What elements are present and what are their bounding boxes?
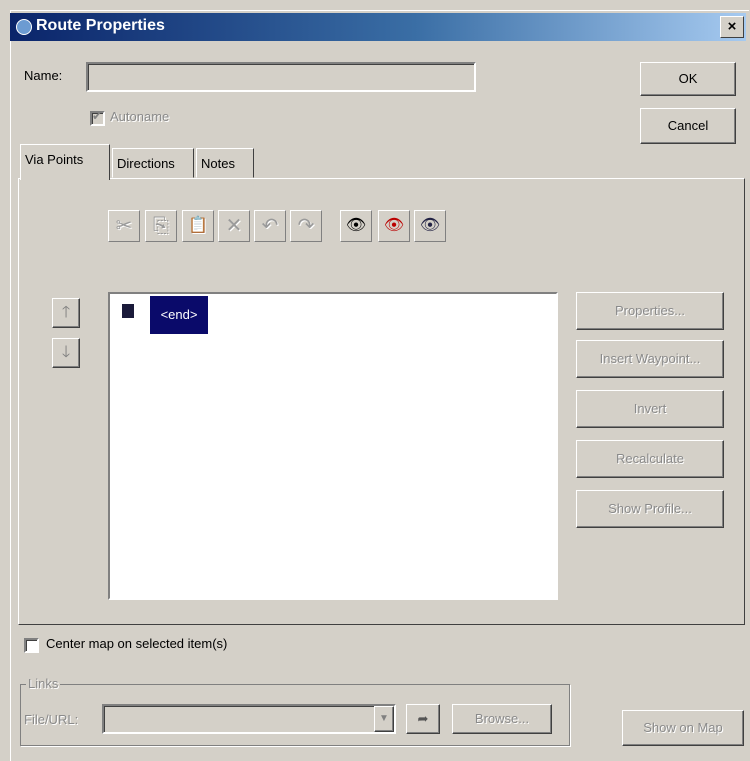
window-title: Route Properties <box>36 17 165 34</box>
tab-via-points[interactable]: Via Points <box>20 144 110 180</box>
find-next-icon[interactable]: 👁 <box>414 210 446 242</box>
delete-icon[interactable]: ✕ <box>218 210 250 242</box>
name-label: Name: <box>24 68 63 83</box>
browse-button[interactable]: Browse... <box>452 704 552 734</box>
move-up-button[interactable]: 🡑 <box>52 298 80 328</box>
links-group-label: Links <box>26 676 61 691</box>
tab-directions[interactable]: Directions <box>112 148 194 178</box>
find-near-icon[interactable]: 👁 <box>378 210 410 242</box>
close-button[interactable]: × <box>720 16 744 38</box>
cancel-button[interactable]: Cancel <box>640 108 736 144</box>
paste-icon[interactable]: 📋 <box>182 210 214 242</box>
file-url-label: File/URL: <box>24 712 79 727</box>
redo-icon[interactable]: ↷ <box>290 210 322 242</box>
arrow-up-icon: 🡑 <box>61 304 71 321</box>
link-arrow-icon: ➦ <box>417 711 429 726</box>
show-profile-button[interactable]: Show Profile... <box>576 490 724 528</box>
waypoint-icon <box>122 304 134 318</box>
center-map-label: Center map on selected item(s) <box>46 636 228 651</box>
recalculate-button[interactable]: Recalculate <box>576 440 724 478</box>
autoname-label: Autoname <box>110 109 170 124</box>
tab-notes[interactable]: Notes <box>196 148 254 178</box>
properties-button[interactable]: Properties... <box>576 292 724 330</box>
autoname-checkbox[interactable]: ✔ <box>90 109 105 126</box>
cut-icon[interactable]: ✂ <box>108 210 140 242</box>
check-icon: ✔ <box>92 109 103 123</box>
app-icon <box>16 19 32 35</box>
dropdown-arrow-icon[interactable]: ▼ <box>374 706 394 732</box>
insert-waypoint-button[interactable]: Insert Waypoint... <box>576 340 724 378</box>
open-link-button[interactable]: ➦ <box>406 704 440 734</box>
title-bar[interactable]: Route Properties × <box>10 13 746 41</box>
file-url-combobox[interactable]: ▼ <box>102 704 396 734</box>
arrow-down-icon: 🡓 <box>61 344 71 361</box>
list-item-end[interactable]: <end> <box>150 296 208 334</box>
undo-icon[interactable]: ↶ <box>254 210 286 242</box>
name-input[interactable] <box>86 62 476 92</box>
show-on-map-button[interactable]: Show on Map <box>622 710 744 746</box>
via-points-list[interactable]: <end> <box>108 292 558 600</box>
ok-button[interactable]: OK <box>640 62 736 96</box>
copy-icon[interactable]: ⎘ <box>145 210 177 242</box>
invert-button[interactable]: Invert <box>576 390 724 428</box>
move-down-button[interactable]: 🡓 <box>52 338 80 368</box>
center-map-checkbox[interactable] <box>24 638 39 653</box>
find-icon[interactable]: 👁 <box>340 210 372 242</box>
